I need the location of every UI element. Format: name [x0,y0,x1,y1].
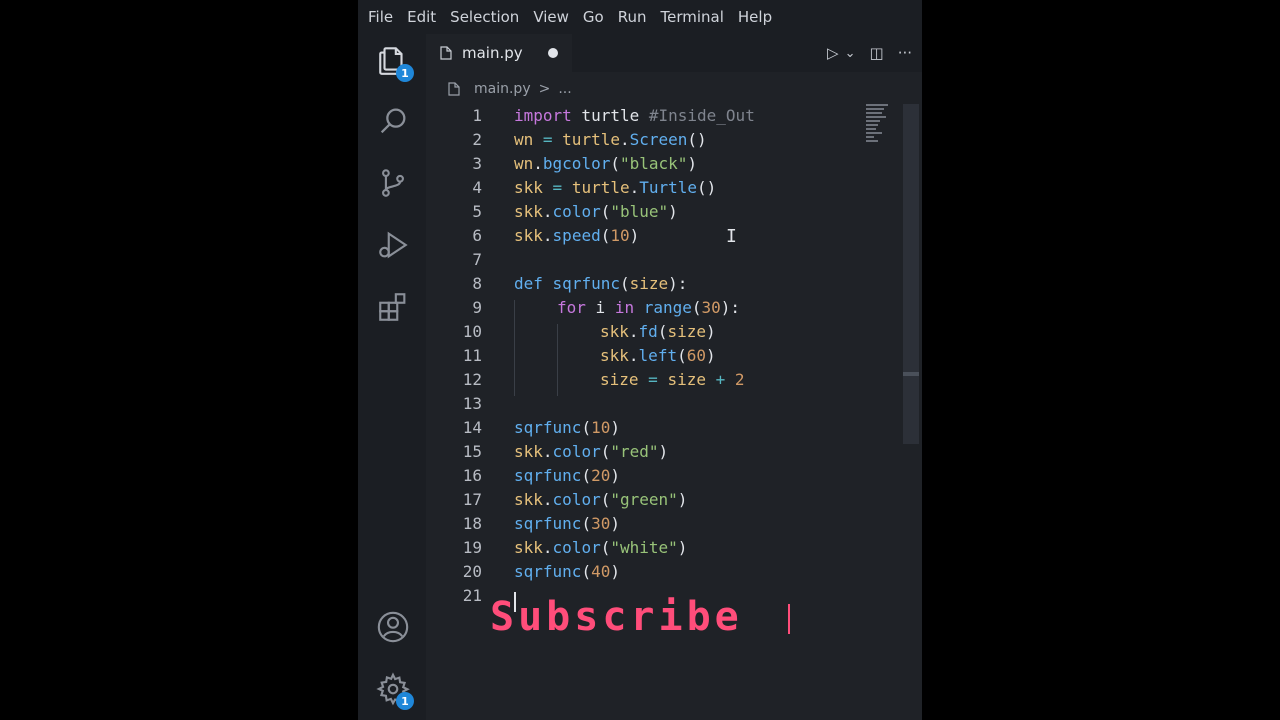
explorer-badge: 1 [396,64,414,82]
file-icon [440,46,452,60]
vertical-scrollbar[interactable] [903,104,919,444]
tab-label: main.py [462,44,523,62]
code-line-8: 8 def sqrfunc(size): [472,274,688,293]
unsaved-dot-icon[interactable] [548,48,558,58]
menu-bar: File Edit Selection View Go Run Terminal… [358,0,922,34]
scrollbar-thumb[interactable] [903,372,919,376]
extensions-icon[interactable] [376,290,410,324]
code-line-11: 11 skk.left(60) [462,346,716,365]
settings-gear-icon[interactable]: 1 [376,672,414,710]
source-control-icon[interactable] [376,166,410,200]
activity-bar: 1 1 [358,34,426,720]
tab-bar: main.py ▷ ⌄ ◫ ··· [426,34,922,72]
explorer-icon[interactable]: 1 [376,44,414,82]
tab-main-py[interactable]: main.py [426,34,572,72]
account-icon[interactable] [376,610,410,644]
search-icon[interactable] [376,104,410,138]
breadcrumb-file[interactable]: main.py [474,81,531,97]
run-icon[interactable]: ▷ [827,44,839,62]
code-line-18: 18 sqrfunc(30) [462,514,620,533]
run-debug-icon[interactable] [376,228,410,262]
code-line-20: 20 sqrfunc(40) [462,562,620,581]
breadcrumb: main.py > ... [426,76,922,102]
code-line-10: 10 skk.fd(size) [462,322,716,341]
code-line-17: 17 skk.color("green") [462,490,688,509]
menu-go[interactable]: Go [576,8,611,26]
ibeam-cursor-icon: I [726,226,737,247]
code-line-13: 13 [462,394,482,413]
editor-actions: ▷ ⌄ ◫ ··· [827,34,912,72]
code-line-15: 15 skk.color("red") [462,442,669,461]
menu-file[interactable]: File [358,8,400,26]
code-line-6: 6 skk.speed(10) [472,226,640,245]
code-line-12: 12 size = size + 2 [462,370,745,389]
chevron-down-icon[interactable]: ⌄ [845,46,856,61]
overlay-cursor [788,604,790,634]
code-line-16: 16 sqrfunc(20) [462,466,620,485]
code-line-2: 2 wn = turtle.Screen() [472,130,707,149]
code-line-5: 5 skk.color("blue") [472,202,678,221]
menu-run[interactable]: Run [611,8,654,26]
breadcrumb-more[interactable]: ... [558,81,571,97]
code-line-4: 4 skk = turtle.Turtle() [472,178,717,197]
code-line-7: 7 [472,250,482,269]
minimap[interactable] [866,104,892,148]
menu-terminal[interactable]: Terminal [654,8,731,26]
menu-edit[interactable]: Edit [400,8,443,26]
settings-badge: 1 [396,692,414,710]
breadcrumb-separator: > [538,81,551,97]
menu-view[interactable]: View [526,8,576,26]
subscribe-overlay: Subscribe [490,594,743,640]
more-actions-icon[interactable]: ··· [898,44,912,62]
code-line-19: 19 skk.color("white") [462,538,688,557]
code-line-3: 3 wn.bgcolor("black") [472,154,698,173]
file-icon [448,82,460,96]
code-line-14: 14 sqrfunc(10) [462,418,620,437]
menu-selection[interactable]: Selection [443,8,526,26]
menu-help[interactable]: Help [731,8,779,26]
code-line-9: 9 for i in range(30): [472,298,741,317]
code-line-1: 1 import turtle #Inside_Out [472,106,755,125]
split-editor-icon[interactable]: ◫ [870,44,884,62]
